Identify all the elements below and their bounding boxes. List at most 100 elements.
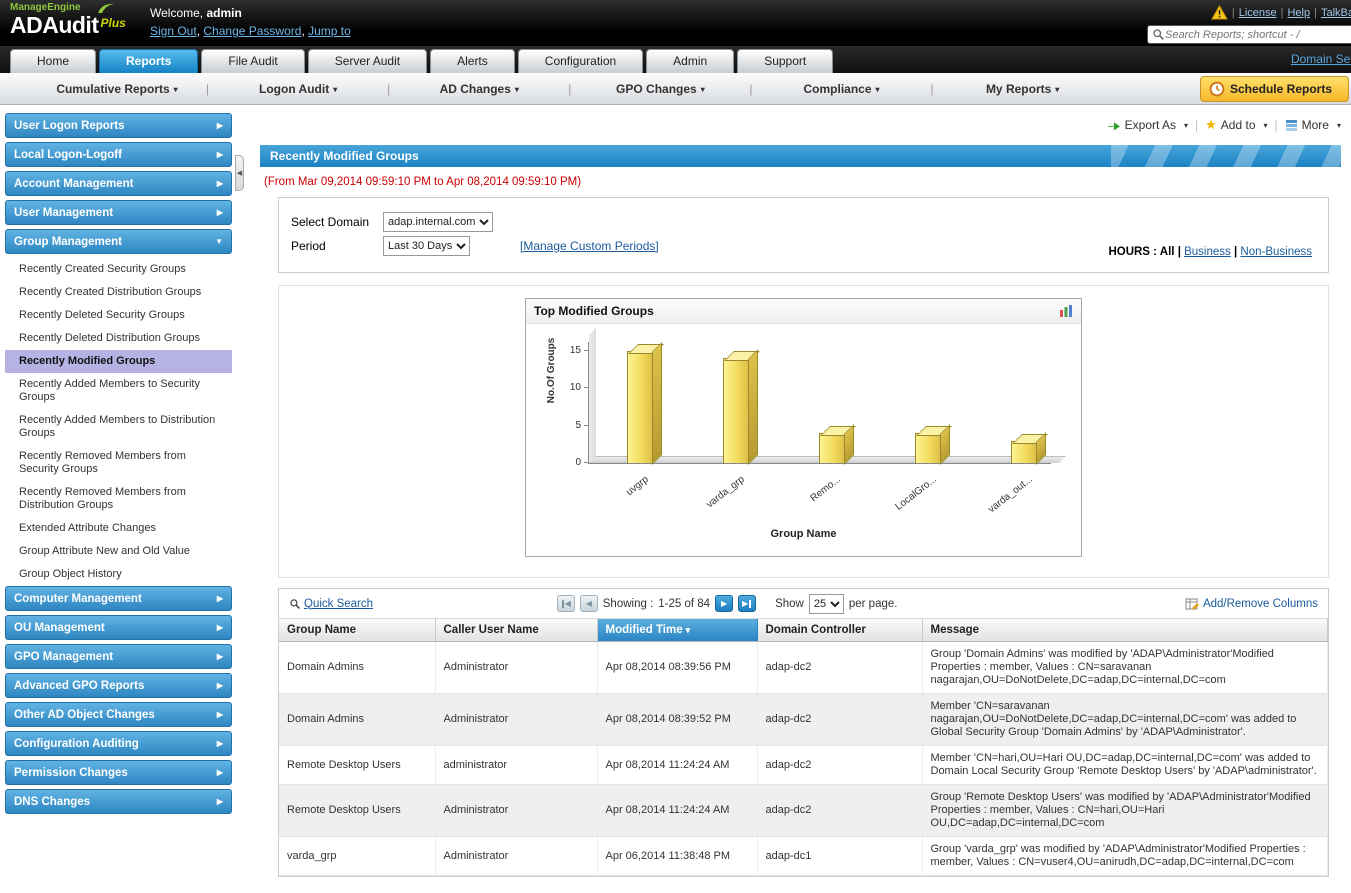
manage-custom-periods-link[interactable]: [Manage Custom Periods] <box>520 239 659 253</box>
sidebar-item-recently-removed-members-from-security-groups[interactable]: Recently Removed Members from Security G… <box>5 445 232 481</box>
sidebar-item-recently-deleted-distribution-groups[interactable]: Recently Deleted Distribution Groups <box>5 327 232 350</box>
domain-settings-link[interactable]: Domain Settings <box>1291 52 1351 66</box>
sidebar-section-label: GPO Management <box>14 651 113 663</box>
change-password-link[interactable]: Change Password <box>203 24 301 38</box>
sidebar-collapse-handle[interactable]: ◀ <box>235 155 244 191</box>
sidebar-section-computer-management[interactable]: Computer Management▶ <box>5 586 232 611</box>
tab-admin[interactable]: Admin <box>646 49 734 73</box>
sidebar-section-advanced-gpo-reports[interactable]: Advanced GPO Reports▶ <box>5 673 232 698</box>
sidebar-item-recently-added-members-to-distribution-groups[interactable]: Recently Added Members to Distribution G… <box>5 409 232 445</box>
column-header-message[interactable]: Message <box>922 619 1328 642</box>
chart-bar-varda-grp[interactable] <box>723 358 749 463</box>
add-to-button[interactable]: ★ Add to▾ <box>1205 117 1267 133</box>
sidebar-section-label: User Logon Reports <box>14 120 125 132</box>
sidebar-section-user-management[interactable]: User Management▶ <box>5 200 232 225</box>
talkback-link[interactable]: TalkBack <box>1321 7 1351 19</box>
sidebar-item-recently-created-distribution-groups[interactable]: Recently Created Distribution Groups <box>5 281 232 304</box>
schedule-reports-label: Schedule Reports <box>1230 82 1332 96</box>
jump-to-link[interactable]: Jump to <box>308 24 351 38</box>
period-select[interactable]: Last 30 Days <box>383 236 470 256</box>
column-header-modified-time[interactable]: Modified Time▾ <box>597 619 757 642</box>
hours-all[interactable]: All <box>1160 246 1175 258</box>
sidebar-section-gpo-management[interactable]: GPO Management▶ <box>5 644 232 669</box>
brand-plus: Plus <box>100 16 125 30</box>
chart-bar-localgro[interactable] <box>915 433 941 463</box>
sidebar-section-account-management[interactable]: Account Management▶ <box>5 171 232 196</box>
add-remove-columns-button[interactable]: Add/Remove Columns <box>1185 597 1318 611</box>
previous-page-button[interactable]: ◀ <box>580 595 598 612</box>
license-link[interactable]: License <box>1239 7 1277 19</box>
subnav-menu-gpo-changes[interactable]: GPO Changes▾ <box>571 82 749 96</box>
column-header-domain-controller[interactable]: Domain Controller <box>757 619 922 642</box>
search-input[interactable] <box>1165 29 1351 41</box>
y-axis-title: No.Of Groups <box>546 338 557 404</box>
last-page-button[interactable]: ▶ <box>738 595 756 612</box>
tab-alerts[interactable]: Alerts <box>430 49 515 73</box>
sidebar-item-group-attribute-new-and-old-value[interactable]: Group Attribute New and Old Value <box>5 540 232 563</box>
subnav-menu-ad-changes[interactable]: AD Changes▾ <box>390 82 568 96</box>
per-page-label: per page. <box>849 598 898 610</box>
cell-caller-user-name: Administrator <box>435 785 597 837</box>
table-row[interactable]: varda_grpAdministratorApr 06,2014 11:38:… <box>279 837 1328 876</box>
chart-bar-remo[interactable] <box>819 433 845 463</box>
sidebar-section-group-management[interactable]: Group Management▼ <box>5 229 232 254</box>
table-row[interactable]: Domain AdminsAdministratorApr 08,2014 08… <box>279 642 1328 694</box>
warning-icon[interactable] <box>1211 5 1228 20</box>
sign-out-link[interactable]: Sign Out <box>150 24 197 38</box>
more-button[interactable]: More▾ <box>1285 118 1341 132</box>
column-header-group-name[interactable]: Group Name <box>279 619 435 642</box>
sidebar-section-user-logon-reports[interactable]: User Logon Reports▶ <box>5 113 232 138</box>
sidebar-section-permission-changes[interactable]: Permission Changes▶ <box>5 760 232 785</box>
y-tick-label: 10 <box>559 382 581 393</box>
help-link[interactable]: Help <box>1287 7 1310 19</box>
table-row[interactable]: Remote Desktop UsersAdministratorApr 08,… <box>279 785 1328 837</box>
sidebar-section-local-logon-logoff[interactable]: Local Logon-Logoff▶ <box>5 142 232 167</box>
tab-reports[interactable]: Reports <box>99 49 198 73</box>
subnav-menu-my-reports[interactable]: My Reports▾ <box>934 82 1112 96</box>
tab-support[interactable]: Support <box>737 49 833 73</box>
sidebar-item-recently-created-security-groups[interactable]: Recently Created Security Groups <box>5 258 232 281</box>
sidebar-section-other-ad-object-changes[interactable]: Other AD Object Changes▶ <box>5 702 232 727</box>
cell-domain-controller: adap-dc2 <box>757 642 922 694</box>
table-row[interactable]: Domain AdminsAdministratorApr 08,2014 08… <box>279 694 1328 746</box>
sidebar-item-recently-removed-members-from-distribution-groups[interactable]: Recently Removed Members from Distributi… <box>5 481 232 517</box>
subnav-menu-logon-audit[interactable]: Logon Audit▾ <box>209 82 387 96</box>
cell-modified-time: Apr 08,2014 08:39:52 PM <box>597 694 757 746</box>
tab-home[interactable]: Home <box>10 49 96 73</box>
page-title: Recently Modified Groups <box>270 149 419 163</box>
sidebar-item-extended-attribute-changes[interactable]: Extended Attribute Changes <box>5 517 232 540</box>
tab-server-audit[interactable]: Server Audit <box>308 49 427 73</box>
chevron-right-icon: ▶ <box>217 623 223 632</box>
hours-non-business-link[interactable]: Non-Business <box>1240 246 1312 258</box>
app-logo: ManageEngine ADAuditPlus <box>0 0 150 46</box>
columns-edit-icon <box>1185 597 1199 611</box>
next-page-button[interactable]: ▶ <box>715 595 733 612</box>
sidebar-section-ou-management[interactable]: OU Management▶ <box>5 615 232 640</box>
sidebar-item-group-object-history[interactable]: Group Object History <box>5 563 232 586</box>
subnav-menu-cumulative-reports[interactable]: Cumulative Reports▾ <box>28 82 206 96</box>
export-as-button[interactable]: Export As▾ <box>1107 118 1188 132</box>
domain-select[interactable]: adap.internal.com <box>383 212 493 232</box>
table-row[interactable]: Remote Desktop UsersadministratorApr 08,… <box>279 746 1328 785</box>
hours-filter: HOURS : All | Business | Non-Business <box>1108 246 1312 258</box>
sidebar-section-configuration-auditing[interactable]: Configuration Auditing▶ <box>5 731 232 756</box>
sidebar-item-recently-deleted-security-groups[interactable]: Recently Deleted Security Groups <box>5 304 232 327</box>
chart-type-icon[interactable] <box>1059 304 1073 318</box>
sidebar-item-recently-modified-groups[interactable]: Recently Modified Groups <box>5 350 232 373</box>
page-size-select[interactable]: 25 <box>809 594 844 614</box>
tab-configuration[interactable]: Configuration <box>518 49 643 73</box>
schedule-reports-button[interactable]: Schedule Reports <box>1200 76 1349 102</box>
column-header-caller-user-name[interactable]: Caller User Name <box>435 619 597 642</box>
axis-wall <box>589 328 596 463</box>
cell-message: Member 'CN=saravanan nagarajan,OU=DoNotD… <box>922 694 1328 746</box>
global-search-box[interactable] <box>1147 25 1351 44</box>
sidebar-item-recently-added-members-to-security-groups[interactable]: Recently Added Members to Security Group… <box>5 373 232 409</box>
subnav-menu-compliance[interactable]: Compliance▾ <box>753 82 931 96</box>
sidebar-section-dns-changes[interactable]: DNS Changes▶ <box>5 789 232 814</box>
chart-bar-varda-out[interactable] <box>1011 441 1037 463</box>
chart-bar-uvgrp[interactable] <box>627 351 653 463</box>
tab-file-audit[interactable]: File Audit <box>201 49 304 73</box>
first-page-button[interactable]: ◀ <box>557 595 575 612</box>
hours-business-link[interactable]: Business <box>1184 246 1231 258</box>
quick-search-button[interactable]: Quick Search <box>289 598 373 610</box>
